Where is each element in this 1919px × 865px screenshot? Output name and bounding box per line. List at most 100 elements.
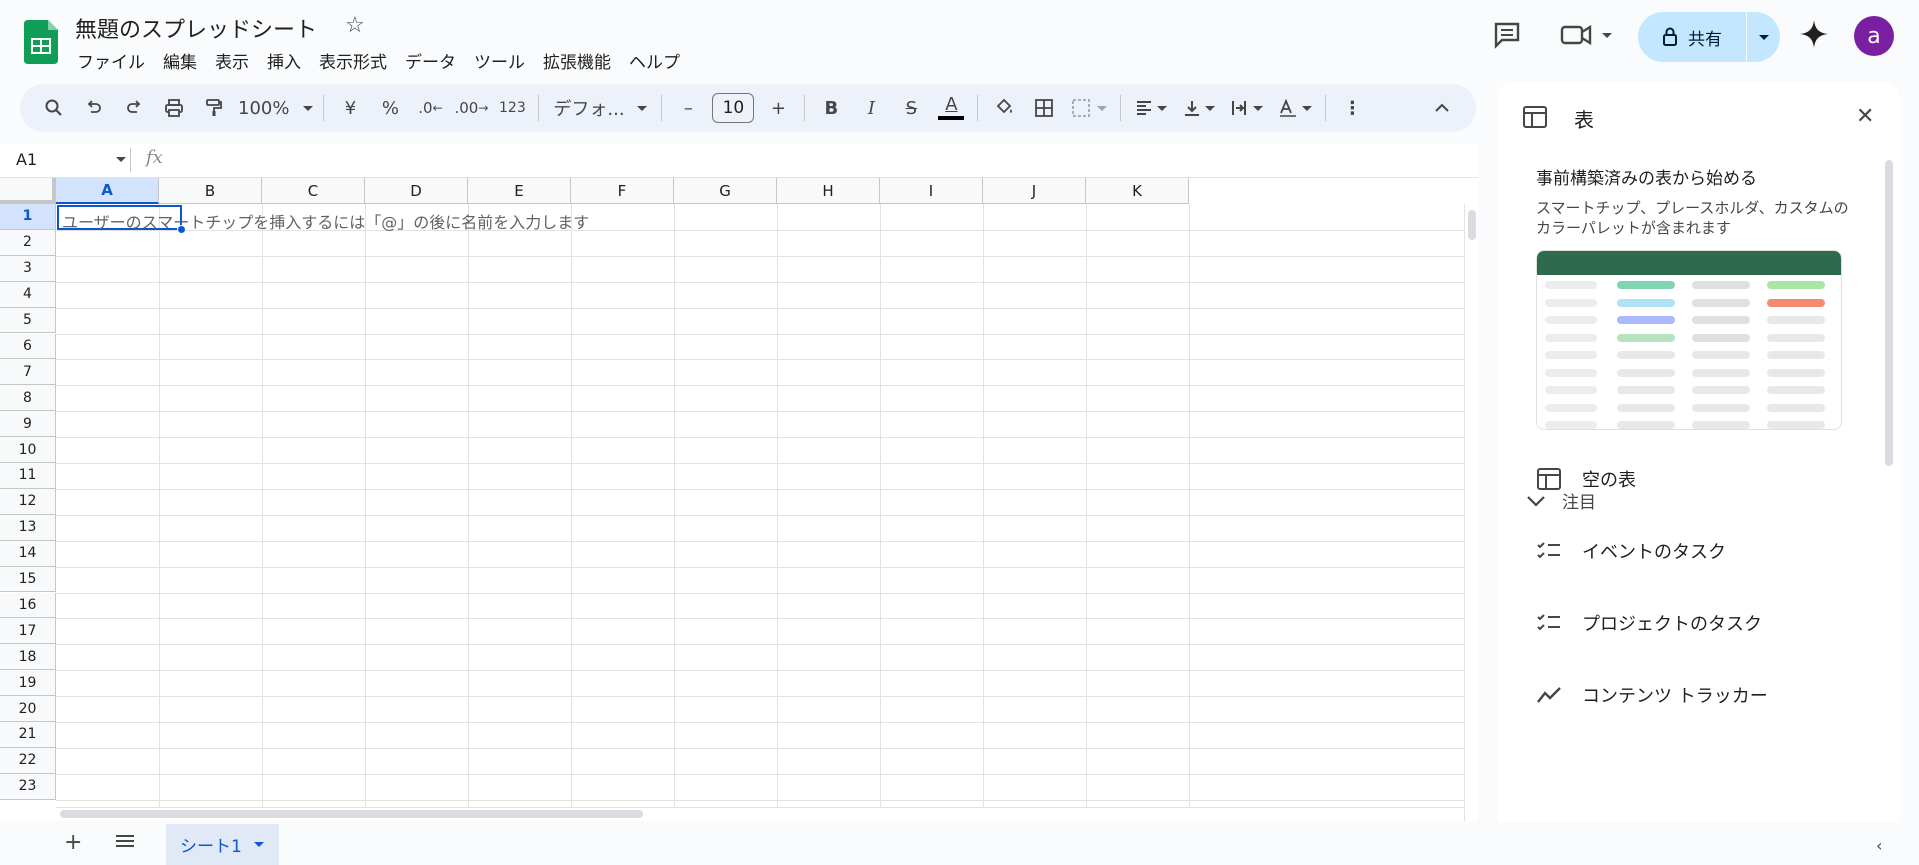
row-header[interactable]: 10	[0, 437, 56, 463]
fill-color-icon[interactable]	[984, 90, 1024, 126]
search-menus-icon[interactable]	[34, 90, 74, 126]
vertical-scrollbar[interactable]	[1464, 204, 1478, 821]
italic-button[interactable]: I	[851, 90, 891, 126]
template-item-project-tasks[interactable]: プロジェクトのタスク	[1536, 610, 1762, 636]
row-header[interactable]: 8	[0, 385, 56, 412]
template-item-content-tracker[interactable]: コンテンツ トラッカー	[1536, 682, 1768, 708]
menu-data[interactable]: データ	[396, 46, 465, 75]
increase-decimal-button[interactable]: .00 →	[450, 90, 492, 126]
row-header[interactable]: 13	[0, 514, 56, 541]
row-header[interactable]: 12	[0, 488, 56, 515]
name-box[interactable]: A1	[16, 150, 120, 169]
column-header[interactable]: A	[56, 178, 159, 204]
text-rotation-icon[interactable]	[1271, 90, 1319, 126]
fill-handle[interactable]	[177, 225, 186, 234]
template-item-blank-table[interactable]: 空の表	[1536, 466, 1636, 492]
row-header[interactable]: 11	[0, 463, 56, 489]
row-header[interactable]: 3	[0, 255, 56, 282]
text-wrap-icon[interactable]	[1223, 90, 1271, 126]
menu-view[interactable]: 表示	[206, 46, 258, 75]
template-preview-image[interactable]	[1536, 250, 1842, 430]
decrease-decimal-button[interactable]: .0 ←	[410, 90, 450, 126]
star-icon[interactable]: ☆	[345, 13, 365, 38]
row-header[interactable]: 1	[0, 204, 56, 230]
format-currency-button[interactable]: ¥	[330, 90, 370, 126]
row-header[interactable]: 4	[0, 281, 56, 308]
collapse-toolbar-icon[interactable]	[1422, 90, 1462, 126]
format-percent-button[interactable]: %	[370, 90, 410, 126]
row-header[interactable]: 19	[0, 670, 56, 697]
vertical-align-icon[interactable]	[1175, 90, 1223, 126]
gemini-sparkle-icon[interactable]	[1798, 18, 1830, 50]
menu-format[interactable]: 表示形式	[310, 46, 396, 75]
row-header[interactable]: 23	[0, 773, 56, 800]
more-options-button[interactable]: ⋮	[1332, 90, 1372, 126]
redo-icon[interactable]	[114, 90, 154, 126]
strikethrough-button[interactable]: S	[891, 90, 931, 126]
row-header[interactable]: 17	[0, 618, 56, 645]
row-header[interactable]: 20	[0, 696, 56, 722]
row-header[interactable]: 9	[0, 411, 56, 438]
share-button[interactable]: 共有	[1638, 12, 1780, 62]
template-item-event-tasks[interactable]: イベントのタスク	[1536, 538, 1726, 564]
row-header[interactable]: 15	[0, 566, 56, 593]
all-sheets-menu-icon[interactable]	[114, 832, 136, 854]
font-select[interactable]: デフォ...	[545, 90, 655, 126]
add-sheet-icon[interactable]: +	[64, 830, 82, 855]
close-icon[interactable]: ✕	[1856, 104, 1874, 129]
paint-format-icon[interactable]	[194, 90, 234, 126]
zoom-select[interactable]: 100%	[234, 90, 317, 126]
row-header[interactable]: 18	[0, 644, 56, 671]
undo-icon[interactable]	[74, 90, 114, 126]
row-header[interactable]: 21	[0, 722, 56, 748]
spreadsheet-grid[interactable]: A B C D E F G H I J K 1 2 3 4 5 6 7 8 9 10 11 12 13 14 15 16 17 18 19…	[0, 178, 1478, 821]
sheet-tab[interactable]: シート1	[166, 824, 279, 865]
column-header[interactable]: D	[365, 178, 468, 204]
menu-file[interactable]: ファイル	[68, 46, 154, 75]
chevron-down-icon[interactable]	[253, 842, 264, 847]
select-all-corner[interactable]	[0, 178, 56, 204]
column-header[interactable]: B	[159, 178, 262, 204]
chevron-left-icon[interactable]: ‹	[1876, 836, 1882, 855]
font-size-decrease-button[interactable]: –	[668, 90, 708, 126]
column-header[interactable]: H	[777, 178, 880, 204]
meet-icon[interactable]	[1558, 18, 1618, 52]
horizontal-scroll-thumb[interactable]	[60, 810, 643, 818]
print-icon[interactable]	[154, 90, 194, 126]
column-header[interactable]: K	[1086, 178, 1189, 204]
document-title[interactable]: 無題のスプレッドシート	[75, 12, 317, 44]
horizontal-align-icon[interactable]	[1127, 90, 1175, 126]
comment-icon[interactable]	[1490, 18, 1524, 52]
text-color-button[interactable]: A	[931, 90, 971, 126]
name-box-dropdown-icon[interactable]	[116, 157, 126, 162]
menu-insert[interactable]: 挿入	[258, 46, 310, 75]
avatar[interactable]: a	[1854, 16, 1894, 56]
sheets-logo-icon[interactable]	[24, 20, 58, 64]
row-header[interactable]: 2	[0, 229, 56, 256]
column-header[interactable]: I	[880, 178, 983, 204]
font-size-increase-button[interactable]: +	[758, 90, 798, 126]
row-header[interactable]: 7	[0, 359, 56, 386]
menu-edit[interactable]: 編集	[154, 46, 206, 75]
menu-tools[interactable]: ツール	[465, 46, 534, 75]
merge-cells-icon[interactable]	[1064, 90, 1114, 126]
borders-icon[interactable]	[1024, 90, 1064, 126]
row-header[interactable]: 5	[0, 307, 56, 334]
menu-extensions[interactable]: 拡張機能	[534, 46, 620, 75]
row-header[interactable]: 22	[0, 747, 56, 774]
column-header[interactable]: F	[571, 178, 674, 204]
font-size-input[interactable]: 10	[712, 93, 755, 123]
panel-scrollbar[interactable]	[1885, 160, 1893, 466]
vertical-scroll-thumb[interactable]	[1468, 210, 1476, 240]
row-header[interactable]: 6	[0, 333, 56, 360]
more-formats-button[interactable]: 123	[492, 90, 532, 126]
column-header[interactable]: G	[674, 178, 777, 204]
share-dropdown-icon[interactable]	[1747, 34, 1780, 40]
column-header[interactable]: C	[262, 178, 365, 204]
row-header[interactable]: 14	[0, 540, 56, 567]
column-header[interactable]: E	[468, 178, 571, 204]
bold-button[interactable]: B	[811, 90, 851, 126]
row-header[interactable]: 16	[0, 592, 56, 619]
menu-help[interactable]: ヘルプ	[620, 46, 689, 75]
column-header[interactable]: J	[983, 178, 1086, 204]
